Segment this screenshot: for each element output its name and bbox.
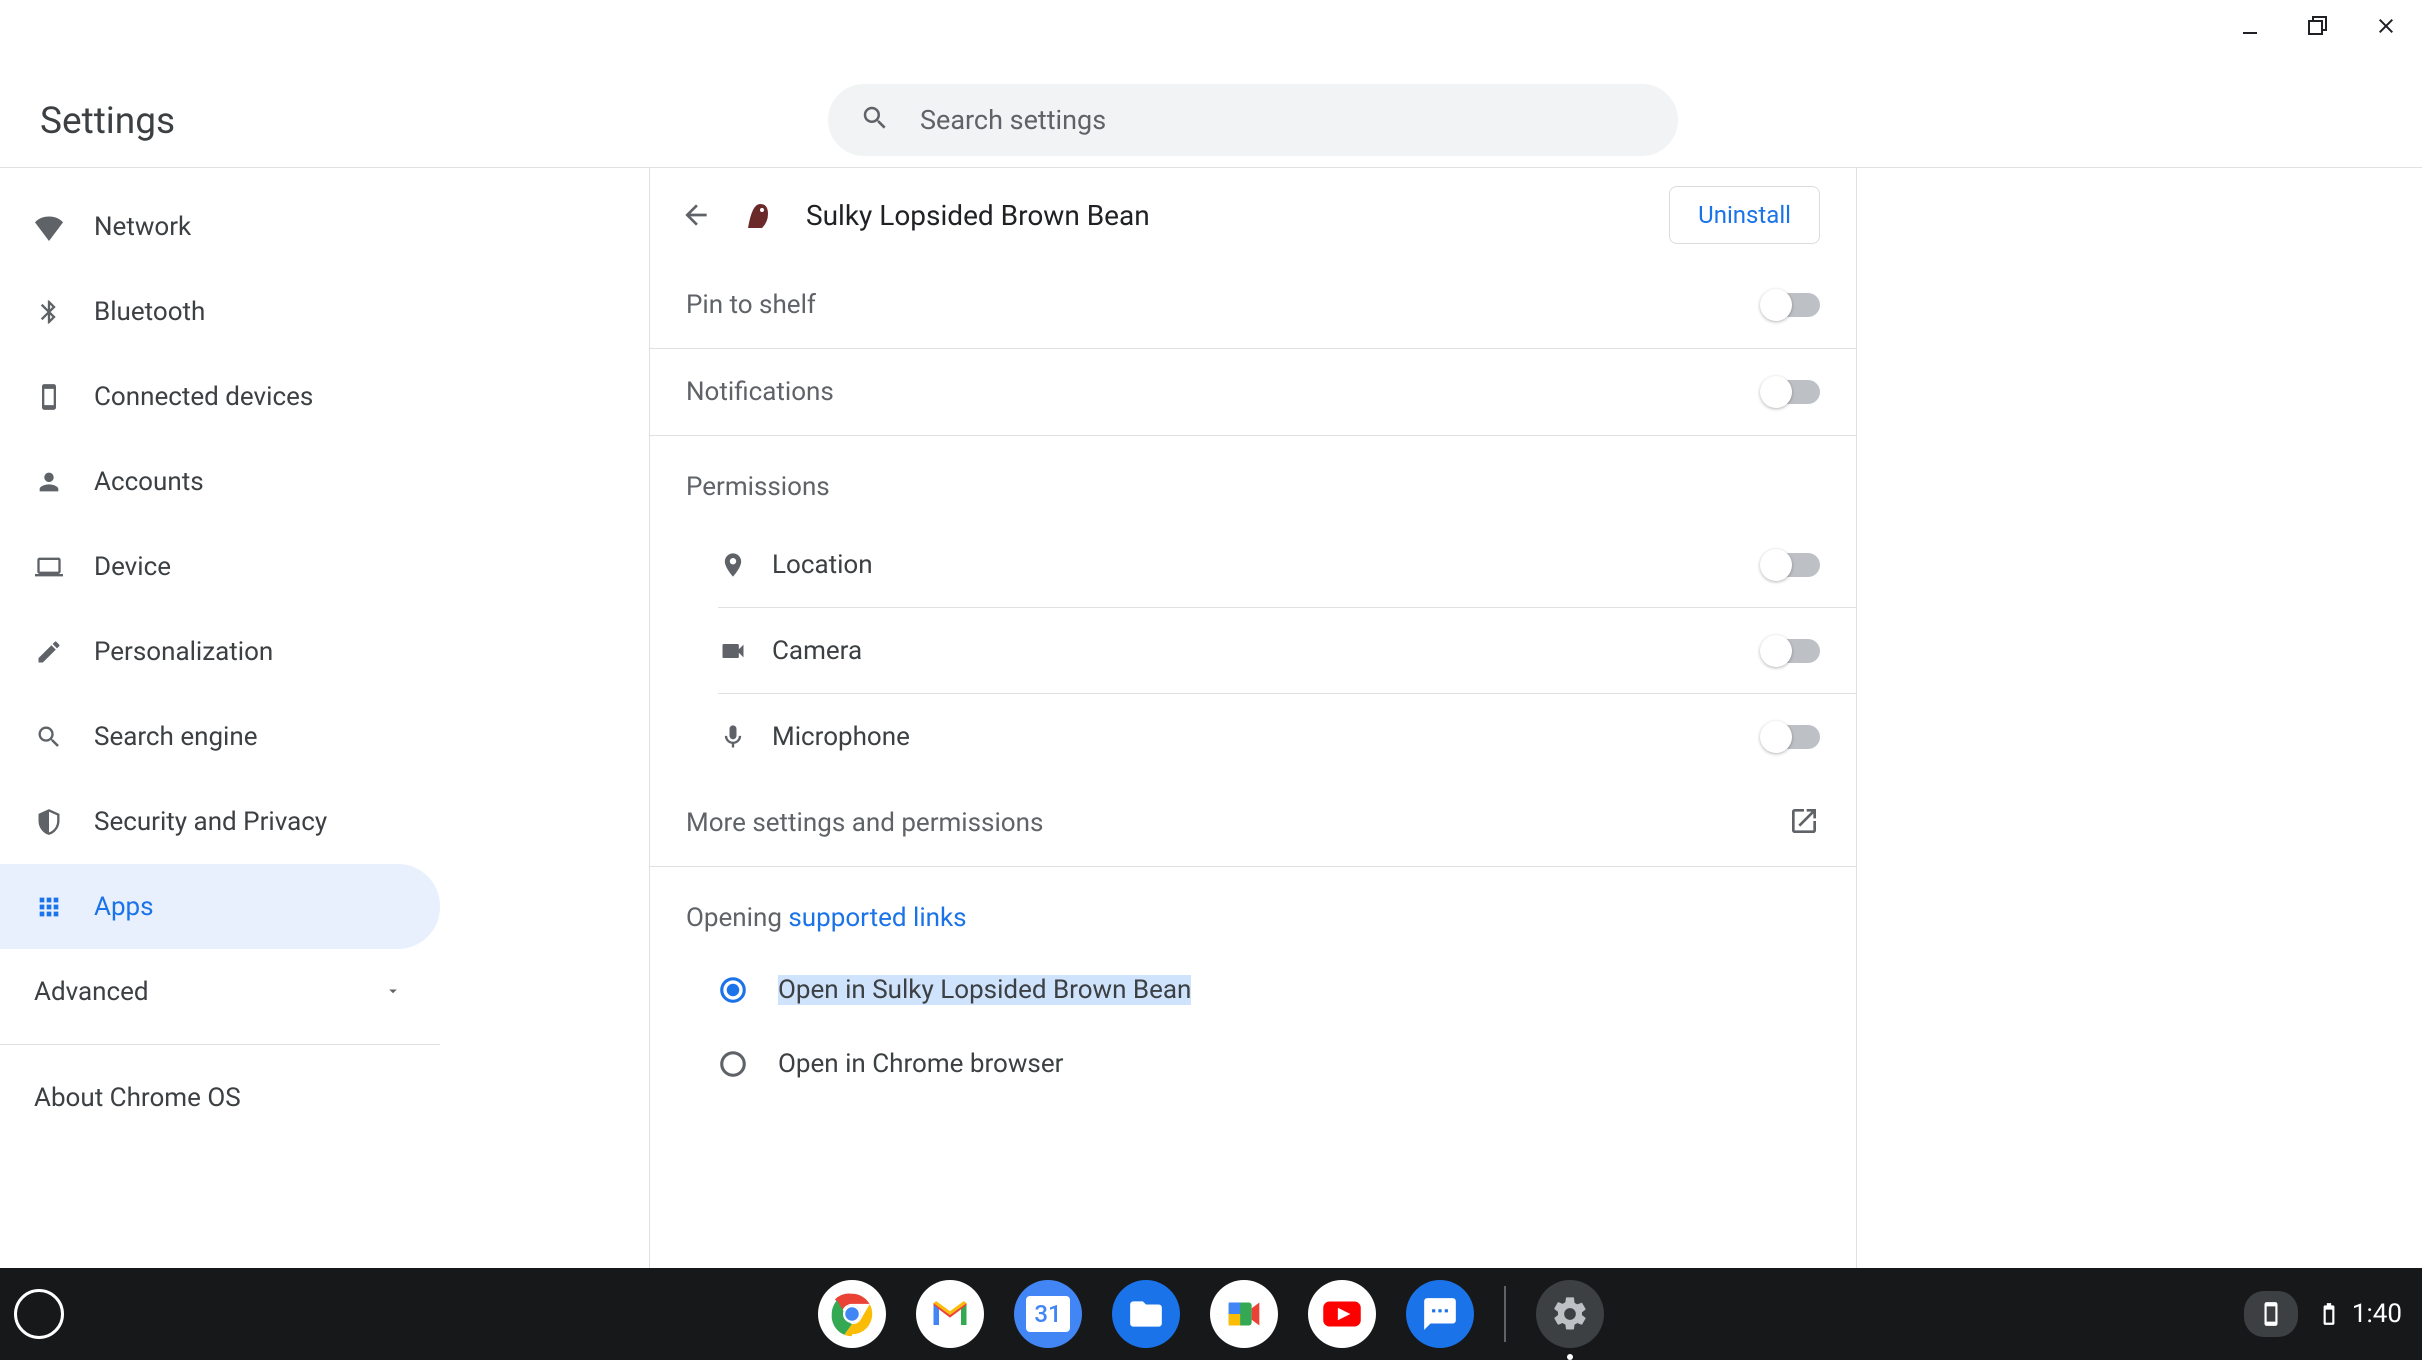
main-pane: Sulky Lopsided Brown Bean Uninstall Pin …: [649, 168, 1857, 1268]
chrome-icon: [825, 1287, 879, 1341]
files-icon: [1127, 1295, 1165, 1333]
sidebar-item-search-engine[interactable]: Search engine: [0, 694, 440, 779]
sidebar-advanced-label: Advanced: [34, 977, 149, 1007]
perm-row-camera: Camera: [718, 608, 1856, 694]
shelf-calendar[interactable]: 31: [1014, 1280, 1082, 1348]
sidebar-item-network[interactable]: Network: [0, 184, 440, 269]
radio-open-in-app[interactable]: [718, 975, 748, 1005]
gear-icon: [1550, 1294, 1590, 1334]
status-tray[interactable]: 1:40: [2244, 1291, 2402, 1337]
arrow-back-icon: [680, 199, 712, 231]
shelf-gmail[interactable]: [916, 1280, 984, 1348]
sidebar-about[interactable]: About Chrome OS: [0, 1055, 440, 1140]
row-notifications: Notifications: [650, 349, 1856, 436]
shelf-youtube[interactable]: [1308, 1280, 1376, 1348]
chevron-down-icon: [384, 977, 402, 1007]
toggle-location[interactable]: [1762, 553, 1820, 577]
app-title: Sulky Lopsided Brown Bean: [806, 199, 1669, 232]
sidebar-separator: [0, 1044, 440, 1045]
perm-label: Camera: [772, 636, 862, 666]
uninstall-button[interactable]: Uninstall: [1669, 186, 1820, 244]
sidebar-item-label: Device: [94, 552, 171, 582]
shelf-settings[interactable]: [1536, 1280, 1604, 1348]
toggle-pin-to-shelf[interactable]: [1762, 293, 1820, 317]
sidebar-item-label: Apps: [94, 892, 154, 922]
opening-prefix: Opening: [686, 903, 788, 933]
camera-icon: [718, 636, 748, 666]
page-title: Settings: [40, 100, 175, 143]
radio-open-in-chrome[interactable]: [718, 1049, 748, 1079]
perm-row-location: Location: [718, 522, 1856, 608]
youtube-icon: [1317, 1289, 1367, 1339]
search-input[interactable]: [920, 104, 1646, 136]
phone-icon: [2258, 1301, 2284, 1327]
gmail-icon: [928, 1292, 972, 1336]
perm-label: Microphone: [772, 722, 910, 752]
sidebar: Network Bluetooth Connected devices Acco…: [0, 168, 440, 1268]
back-button[interactable]: [668, 187, 724, 243]
shield-icon: [34, 807, 64, 837]
sidebar-item-label: Search engine: [94, 722, 258, 752]
radio-row-open-chrome[interactable]: Open in Chrome browser: [718, 1027, 1856, 1101]
sidebar-item-apps[interactable]: Apps: [0, 864, 440, 949]
shelf: 31 1:40: [0, 1268, 2422, 1360]
opening-links-header: Opening supported links: [650, 867, 1856, 953]
laptop-icon: [34, 552, 64, 582]
location-icon: [718, 550, 748, 580]
notifications-tray[interactable]: [2244, 1291, 2298, 1337]
sidebar-item-connected-devices[interactable]: Connected devices: [0, 354, 440, 439]
radio-label: Open in Sulky Lopsided Brown Bean: [778, 975, 1191, 1005]
microphone-icon: [718, 722, 748, 752]
sidebar-item-label: Network: [94, 212, 191, 242]
sidebar-item-bluetooth[interactable]: Bluetooth: [0, 269, 440, 354]
pencil-icon: [34, 637, 64, 667]
apps-icon: [34, 892, 64, 922]
row-pin-to-shelf: Pin to shelf: [650, 262, 1856, 349]
row-label: Notifications: [686, 377, 834, 407]
toggle-microphone[interactable]: [1762, 725, 1820, 749]
launcher-button[interactable]: [14, 1289, 64, 1339]
battery-icon: [2316, 1301, 2342, 1327]
search-icon: [860, 103, 890, 137]
wifi-icon: [34, 212, 64, 242]
shelf-separator: [1504, 1286, 1506, 1342]
messages-icon: [1421, 1295, 1459, 1333]
shelf-meet[interactable]: [1210, 1280, 1278, 1348]
row-label: Pin to shelf: [686, 290, 816, 320]
meet-icon: [1221, 1291, 1267, 1337]
sidebar-item-accounts[interactable]: Accounts: [0, 439, 440, 524]
sidebar-item-device[interactable]: Device: [0, 524, 440, 609]
toggle-camera[interactable]: [1762, 639, 1820, 663]
sidebar-about-label: About Chrome OS: [34, 1083, 241, 1113]
clock: 1:40: [2352, 1299, 2402, 1329]
sidebar-item-label: Personalization: [94, 637, 273, 667]
sidebar-item-label: Connected devices: [94, 382, 313, 412]
shelf-messages[interactable]: [1406, 1280, 1474, 1348]
row-label: More settings and permissions: [686, 808, 1043, 838]
sidebar-item-label: Bluetooth: [94, 297, 205, 327]
sidebar-item-label: Accounts: [94, 467, 204, 497]
shelf-chrome[interactable]: [818, 1280, 886, 1348]
toggle-notifications[interactable]: [1762, 380, 1820, 404]
shelf-files[interactable]: [1112, 1280, 1180, 1348]
sidebar-item-label: Security and Privacy: [94, 807, 327, 837]
row-more-settings[interactable]: More settings and permissions: [650, 780, 1856, 867]
search-bar[interactable]: [828, 84, 1678, 156]
sidebar-item-personalization[interactable]: Personalization: [0, 609, 440, 694]
search-icon: [34, 722, 64, 752]
bluetooth-icon: [34, 297, 64, 327]
radio-row-open-app[interactable]: Open in Sulky Lopsided Brown Bean: [718, 953, 1856, 1027]
sidebar-item-security-privacy[interactable]: Security and Privacy: [0, 779, 440, 864]
phone-icon: [34, 382, 64, 412]
app-icon: [738, 194, 780, 236]
person-icon: [34, 467, 64, 497]
calendar-day-label: 31: [1026, 1296, 1069, 1332]
permissions-header: Permissions: [650, 436, 1856, 522]
open-in-new-icon: [1788, 805, 1820, 841]
sidebar-advanced[interactable]: Advanced: [0, 949, 440, 1034]
supported-links-link[interactable]: supported links: [788, 903, 966, 933]
perm-label: Location: [772, 550, 873, 580]
perm-row-microphone: Microphone: [718, 694, 1856, 780]
radio-label: Open in Chrome browser: [778, 1049, 1063, 1079]
